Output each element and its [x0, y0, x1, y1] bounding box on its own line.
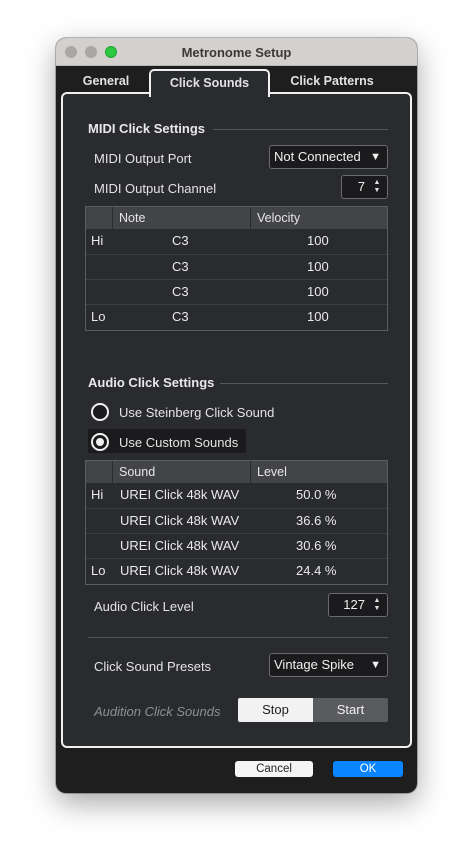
- level-cell[interactable]: 36.6 %: [296, 509, 336, 533]
- radio-steinberg-label[interactable]: Use Steinberg Click Sound: [119, 405, 274, 420]
- click-sound-presets-label: Click Sound Presets: [94, 659, 212, 674]
- sound-cell[interactable]: UREI Click 48k WAV: [120, 483, 239, 507]
- audio-click-level-stepper[interactable]: 127 ▲ ▼: [328, 593, 388, 617]
- midi-output-channel-label: MIDI Output Channel: [94, 181, 217, 196]
- table-row[interactable]: C3 100: [86, 254, 387, 279]
- stepper-arrows-icon[interactable]: ▲ ▼: [372, 597, 382, 613]
- audio-table-header: Sound Level: [86, 461, 387, 483]
- radio-selected-dot: [96, 438, 104, 446]
- radio-steinberg-click[interactable]: [91, 403, 109, 421]
- midi-click-table: Note Velocity Hi C3 100 C3 100 C3 100 Lo…: [85, 206, 388, 331]
- divider: [88, 637, 388, 638]
- click-sound-presets-value: Vintage Spike: [274, 657, 354, 672]
- audition-click-sounds-label: Audition Click Sounds: [94, 704, 221, 719]
- stepper-arrows-icon[interactable]: ▲ ▼: [372, 179, 382, 195]
- midi-section-rule: [213, 129, 388, 130]
- row-tag: Lo: [91, 309, 106, 324]
- level-cell[interactable]: 24.4 %: [296, 559, 336, 583]
- metronome-setup-window: Metronome Setup General Click Sounds Cli…: [56, 38, 417, 793]
- tab-click-sounds[interactable]: Click Sounds: [149, 69, 270, 97]
- table-row[interactable]: UREI Click 48k WAV 36.6 %: [86, 508, 387, 533]
- midi-section-title: MIDI Click Settings: [88, 121, 206, 136]
- radio-custom-sounds[interactable]: [91, 433, 109, 451]
- midi-output-channel-value: 7: [357, 179, 365, 194]
- sound-cell[interactable]: UREI Click 48k WAV: [120, 534, 239, 558]
- level-cell[interactable]: 30.6 %: [296, 534, 336, 558]
- sound-cell[interactable]: UREI Click 48k WAV: [120, 559, 239, 583]
- tab-bar: General Click Sounds Click Patterns: [56, 66, 417, 97]
- velocity-cell[interactable]: 100: [307, 305, 329, 329]
- note-cell[interactable]: C3: [172, 229, 189, 253]
- click-sounds-panel: MIDI Click Settings MIDI Output Port Not…: [61, 92, 412, 748]
- midi-output-channel-stepper[interactable]: 7 ▲ ▼: [341, 175, 388, 199]
- click-sound-presets-dropdown[interactable]: Vintage Spike ▼: [269, 653, 388, 677]
- table-row[interactable]: Lo C3 100: [86, 304, 387, 329]
- ok-button[interactable]: OK: [333, 761, 403, 777]
- row-tag: Hi: [91, 233, 104, 248]
- stop-button[interactable]: Stop: [238, 698, 313, 722]
- audio-header-tag: [86, 461, 112, 483]
- chevron-down-icon: ▼: [370, 659, 381, 671]
- midi-output-port-value: Not Connected: [274, 149, 361, 164]
- radio-custom-label[interactable]: Use Custom Sounds: [119, 435, 238, 450]
- table-row[interactable]: UREI Click 48k WAV 30.6 %: [86, 533, 387, 558]
- audio-section-title: Audio Click Settings: [88, 375, 215, 390]
- audio-click-table: Sound Level Hi UREI Click 48k WAV 50.0 %…: [85, 460, 388, 585]
- midi-table-header: Note Velocity: [86, 207, 387, 229]
- audio-click-level-value: 127: [343, 597, 365, 612]
- title-bar: Metronome Setup: [56, 38, 417, 66]
- level-cell[interactable]: 50.0 %: [296, 483, 336, 507]
- note-cell[interactable]: C3: [172, 255, 189, 279]
- audio-header-sound: Sound: [112, 461, 250, 483]
- midi-output-port-label: MIDI Output Port: [94, 151, 192, 166]
- velocity-cell[interactable]: 100: [307, 255, 329, 279]
- table-row[interactable]: Hi C3 100: [86, 229, 387, 254]
- midi-header-tag: [86, 207, 112, 229]
- start-button[interactable]: Start: [313, 698, 388, 722]
- audio-section-rule: [220, 383, 388, 384]
- row-tag: Hi: [91, 487, 104, 502]
- velocity-cell[interactable]: 100: [307, 280, 329, 304]
- midi-header-velocity: Velocity: [250, 207, 388, 229]
- table-row[interactable]: Hi UREI Click 48k WAV 50.0 %: [86, 483, 387, 508]
- cancel-button[interactable]: Cancel: [235, 761, 313, 777]
- sound-cell[interactable]: UREI Click 48k WAV: [120, 509, 239, 533]
- audio-click-level-label: Audio Click Level: [94, 599, 194, 614]
- table-row[interactable]: C3 100: [86, 279, 387, 304]
- row-tag: Lo: [91, 563, 106, 578]
- audio-header-level: Level: [250, 461, 388, 483]
- table-row[interactable]: Lo UREI Click 48k WAV 24.4 %: [86, 558, 387, 583]
- velocity-cell[interactable]: 100: [307, 229, 329, 253]
- note-cell[interactable]: C3: [172, 280, 189, 304]
- midi-output-port-dropdown[interactable]: Not Connected ▼: [269, 145, 388, 169]
- midi-header-note: Note: [112, 207, 250, 229]
- note-cell[interactable]: C3: [172, 305, 189, 329]
- window-title: Metronome Setup: [181, 45, 292, 60]
- chevron-down-icon: ▼: [370, 151, 381, 163]
